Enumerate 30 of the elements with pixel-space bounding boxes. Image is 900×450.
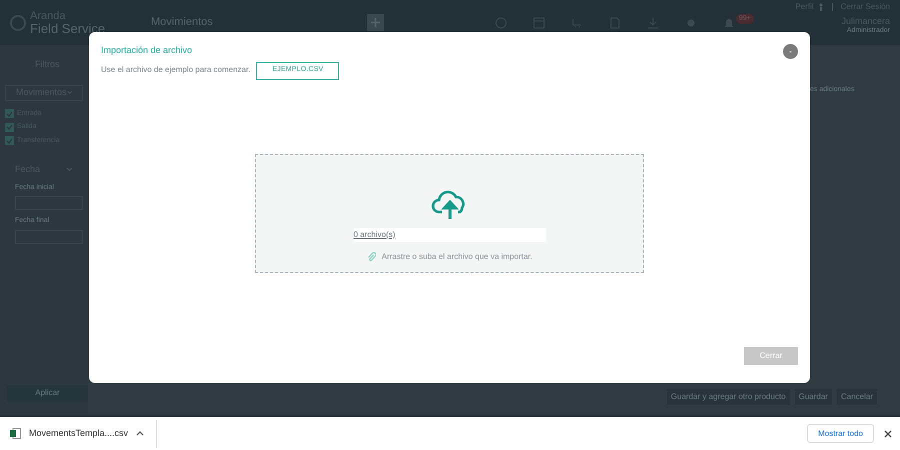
bell-icon[interactable] bbox=[723, 16, 735, 28]
caret-up-icon[interactable] bbox=[136, 431, 144, 436]
checkbox[interactable] bbox=[5, 122, 14, 132]
close-icon[interactable] bbox=[884, 430, 892, 438]
logo-icon bbox=[10, 14, 26, 30]
download-file-name[interactable]: MovementsTempla....csv bbox=[29, 426, 128, 440]
spreadsheet-file-icon bbox=[10, 428, 21, 439]
plus-icon bbox=[370, 17, 381, 28]
download-icon[interactable] bbox=[647, 16, 659, 28]
chevron-icon bbox=[66, 90, 72, 95]
checkbox[interactable] bbox=[5, 136, 14, 146]
window-icon[interactable] bbox=[533, 16, 545, 28]
info-icon[interactable] bbox=[495, 16, 507, 28]
footer-button[interactable]: Guardar y agregar otro producto bbox=[666, 389, 790, 405]
drop-zone[interactable]: 0 archivo(s) Arrastre o suba el archivo que va importar. bbox=[255, 154, 644, 272]
paperclip-icon bbox=[366, 252, 376, 262]
checkbox[interactable] bbox=[5, 109, 14, 118]
apply-button[interactable]: Aplicar bbox=[7, 385, 88, 401]
add-button[interactable] bbox=[367, 14, 384, 31]
footer-button[interactable]: Guardar bbox=[794, 389, 832, 405]
chevron-icon[interactable] bbox=[66, 167, 73, 172]
dialog-subtitle: Use el archivo de ejemplo para comenzar. bbox=[101, 64, 250, 76]
file-count-field: 0 archivo(s) bbox=[354, 228, 546, 242]
footer-button[interactable]: Cancelar bbox=[836, 389, 877, 405]
person-icon bbox=[818, 3, 824, 11]
document-icon[interactable] bbox=[609, 16, 621, 28]
dialog-title: Importación de archivo bbox=[101, 44, 194, 57]
close-button[interactable]: - bbox=[783, 44, 798, 59]
show-all-button[interactable]: Mostrar todo bbox=[807, 424, 874, 443]
drop-hint: Arrastre o suba el archivo que va importar. bbox=[382, 250, 532, 262]
